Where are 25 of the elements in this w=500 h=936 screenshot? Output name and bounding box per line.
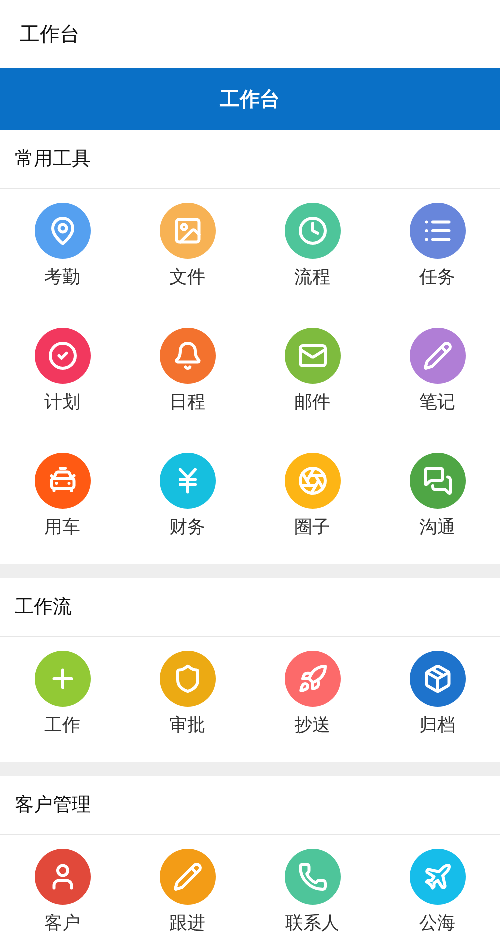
- tool-item[interactable]: 联系人: [250, 835, 375, 936]
- tool-item[interactable]: 文件: [125, 189, 250, 314]
- tool-item[interactable]: 日程: [125, 314, 250, 439]
- tool-item[interactable]: 考勤: [0, 189, 125, 314]
- tool-item[interactable]: 工作: [0, 637, 125, 762]
- section-title: 客户管理: [15, 793, 91, 818]
- section-title: 常用工具: [15, 147, 91, 172]
- page-title: 工作台: [220, 86, 280, 112]
- tool-item[interactable]: 流程: [250, 189, 375, 314]
- tool-item[interactable]: 用车: [0, 439, 125, 564]
- tool-item[interactable]: 公海: [375, 835, 500, 936]
- tool-item[interactable]: 跟进: [125, 835, 250, 936]
- section-title: 工作流: [15, 595, 72, 620]
- tool-item[interactable]: 任务: [375, 189, 500, 314]
- tool-item[interactable]: 笔记: [375, 314, 500, 439]
- tool-item[interactable]: 邮件: [250, 314, 375, 439]
- tool-item[interactable]: 计划: [0, 314, 125, 439]
- app-title: 工作台: [20, 20, 80, 48]
- tool-item[interactable]: 归档: [375, 637, 500, 762]
- tool-item[interactable]: 客户: [0, 835, 125, 936]
- tool-item[interactable]: 审批: [125, 637, 250, 762]
- tool-item[interactable]: 圈子: [250, 439, 375, 564]
- tool-item[interactable]: 沟通: [375, 439, 500, 564]
- tool-item[interactable]: 财务: [125, 439, 250, 564]
- tool-item[interactable]: 抄送: [250, 637, 375, 762]
